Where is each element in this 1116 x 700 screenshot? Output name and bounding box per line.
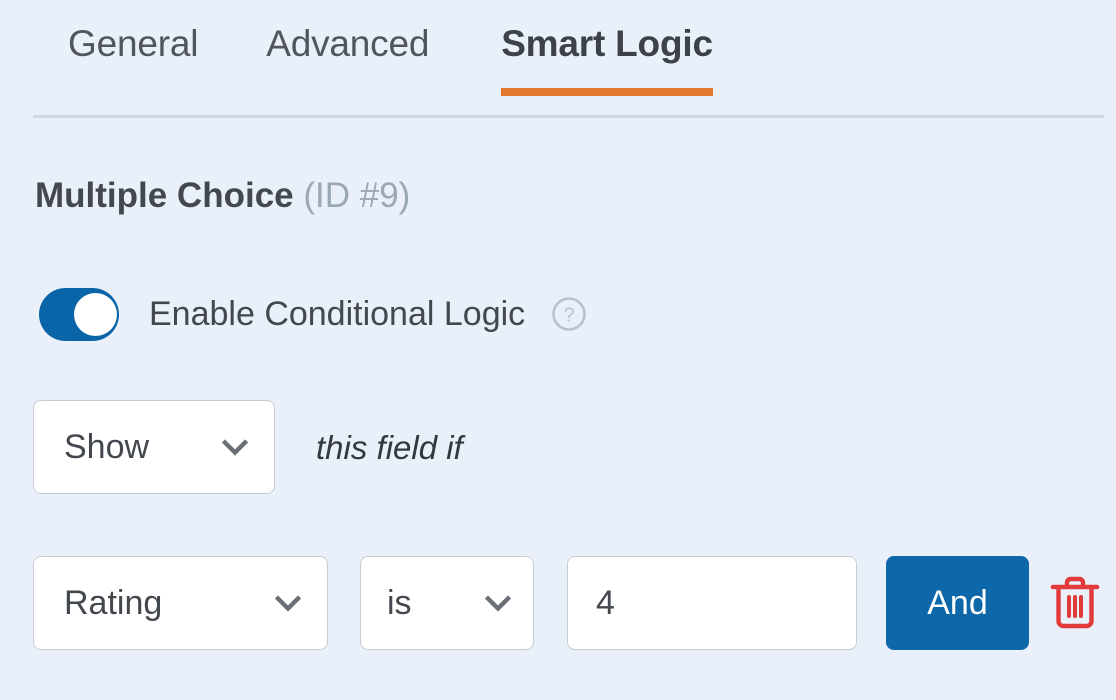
tab-smart-logic-label: Smart Logic: [501, 23, 713, 64]
logic-action-row: Show this field if: [33, 400, 463, 494]
logic-action-suffix: this field if: [316, 428, 463, 466]
tab-list: General Advanced Smart Logic: [33, 0, 1104, 110]
tab-general-label: General: [68, 23, 199, 64]
tab-bar: General Advanced Smart Logic: [33, 0, 1104, 118]
enable-conditional-logic-label: Enable Conditional Logic: [149, 295, 526, 333]
tab-divider: [33, 115, 1104, 118]
chevron-down-icon: [271, 586, 305, 620]
field-id: (ID #9): [303, 176, 411, 215]
smart-logic-panel: General Advanced Smart Logic Multiple Ch…: [0, 0, 1116, 700]
tab-advanced-label: Advanced: [266, 23, 430, 64]
chevron-down-icon: [218, 430, 252, 464]
and-button[interactable]: And: [886, 556, 1029, 650]
condition-value-input[interactable]: [567, 556, 857, 650]
condition-operator-value: is: [387, 584, 412, 622]
toggle-knob: [74, 292, 117, 336]
tab-smart-logic[interactable]: Smart Logic: [501, 25, 713, 110]
condition-field-select[interactable]: Rating: [33, 556, 328, 650]
active-tab-indicator: [501, 88, 713, 96]
field-name: Multiple Choice: [35, 176, 294, 215]
logic-action-select[interactable]: Show: [33, 400, 275, 494]
condition-operator-select[interactable]: is: [360, 556, 534, 650]
trash-icon: [1049, 573, 1101, 634]
condition-rule-row: Rating is And: [33, 556, 1101, 650]
enable-conditional-logic-toggle[interactable]: [39, 287, 119, 341]
tab-general[interactable]: General: [68, 25, 198, 110]
condition-field-value: Rating: [64, 584, 163, 622]
field-title: Multiple Choice (ID #9): [35, 178, 410, 213]
enable-conditional-logic-row: Enable Conditional Logic ?: [39, 287, 587, 341]
question-circle-icon[interactable]: ?: [551, 296, 587, 332]
chevron-down-icon: [481, 586, 515, 620]
svg-text:?: ?: [564, 305, 575, 327]
delete-rule-button[interactable]: [1049, 574, 1101, 632]
tab-advanced[interactable]: Advanced: [266, 25, 429, 110]
logic-action-value: Show: [64, 428, 150, 466]
